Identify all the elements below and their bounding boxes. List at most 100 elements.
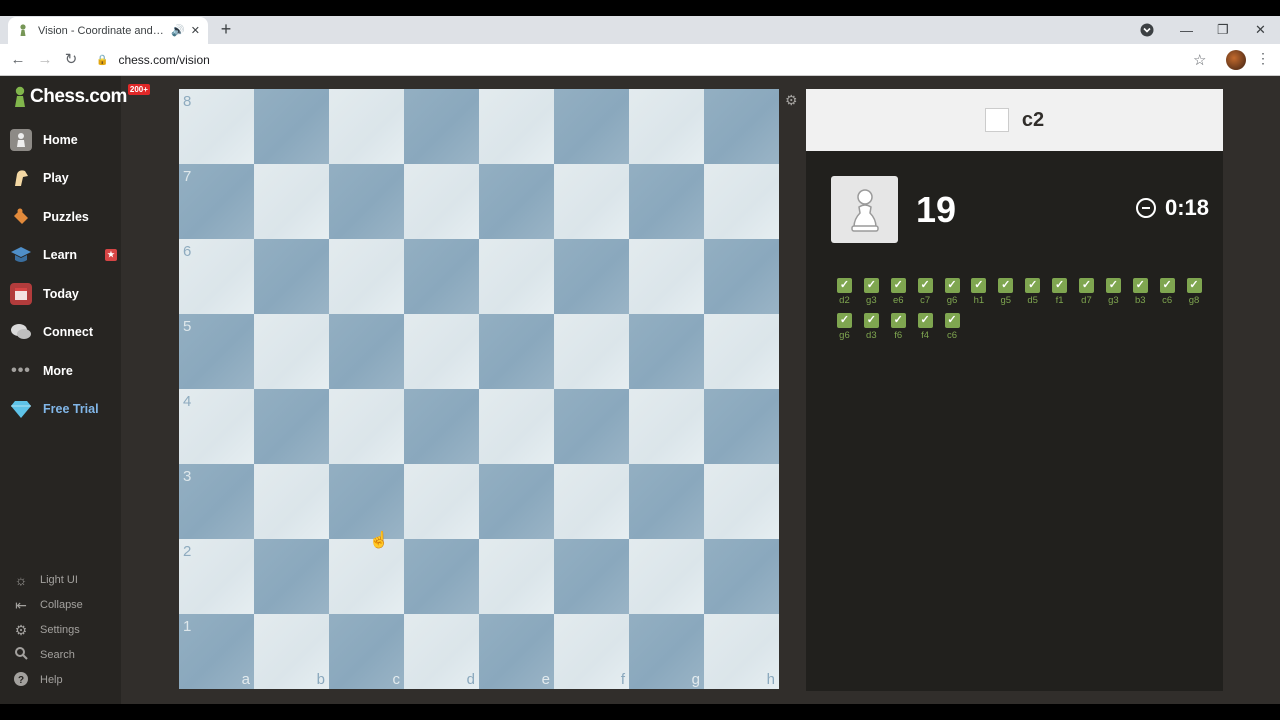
board-square-g4[interactable] bbox=[629, 389, 704, 464]
result-item: ✓ c7 bbox=[912, 278, 939, 313]
board-square-g6[interactable] bbox=[629, 239, 704, 314]
bookmark-star-icon[interactable]: ☆ bbox=[1193, 51, 1206, 69]
board-square-d6[interactable] bbox=[404, 239, 479, 314]
tab-search-icon[interactable] bbox=[1140, 16, 1154, 44]
chess-logo[interactable]: Chess.com 200+ bbox=[12, 83, 150, 108]
board-square-e3[interactable] bbox=[479, 464, 554, 539]
board-square-b4[interactable] bbox=[254, 389, 329, 464]
new-tab-button[interactable]: + bbox=[216, 19, 236, 40]
sidebar-item-connect[interactable]: Connect bbox=[10, 318, 120, 346]
board-square-g1[interactable]: g bbox=[629, 614, 704, 689]
close-window-icon[interactable]: ✕ bbox=[1255, 16, 1266, 44]
board-square-a6[interactable]: 6 bbox=[179, 239, 254, 314]
board-square-a1[interactable]: 1a bbox=[179, 614, 254, 689]
board-square-f2[interactable] bbox=[554, 539, 629, 614]
board-square-a5[interactable]: 5 bbox=[179, 314, 254, 389]
board-square-b1[interactable]: b bbox=[254, 614, 329, 689]
speaker-icon[interactable]: 🔊 bbox=[171, 24, 185, 37]
restore-icon[interactable]: ❐ bbox=[1217, 16, 1229, 44]
sidebar-item-today[interactable]: Today bbox=[10, 280, 120, 308]
back-arrow-icon[interactable]: ← bbox=[8, 50, 28, 70]
board-square-d1[interactable]: d bbox=[404, 614, 479, 689]
board-square-c7[interactable] bbox=[329, 164, 404, 239]
board-square-g8[interactable] bbox=[629, 89, 704, 164]
board-square-h7[interactable] bbox=[704, 164, 779, 239]
board-square-f1[interactable]: f bbox=[554, 614, 629, 689]
address-bar[interactable]: 🔒 chess.com/vision bbox=[96, 48, 1216, 72]
board-square-f5[interactable] bbox=[554, 314, 629, 389]
sidebar-collapse[interactable]: ⇤ Collapse bbox=[12, 596, 112, 614]
board-settings-gear-icon[interactable]: ⚙ bbox=[785, 92, 798, 109]
sidebar-search[interactable]: Search bbox=[12, 646, 112, 664]
result-item: ✓ d7 bbox=[1073, 278, 1100, 313]
board-square-g2[interactable] bbox=[629, 539, 704, 614]
board-square-a8[interactable]: 8 bbox=[179, 89, 254, 164]
board-square-e6[interactable] bbox=[479, 239, 554, 314]
sidebar-item-puzzles[interactable]: Puzzles bbox=[10, 203, 120, 231]
board-square-h4[interactable] bbox=[704, 389, 779, 464]
board-square-e8[interactable] bbox=[479, 89, 554, 164]
sidebar-help[interactable]: ? Help bbox=[12, 671, 112, 689]
board-square-h8[interactable] bbox=[704, 89, 779, 164]
board-square-c3[interactable] bbox=[329, 464, 404, 539]
sidebar-item-home[interactable]: Home bbox=[10, 126, 120, 154]
profile-avatar[interactable] bbox=[1226, 50, 1246, 70]
board-square-f4[interactable] bbox=[554, 389, 629, 464]
board-square-e7[interactable] bbox=[479, 164, 554, 239]
board-square-b7[interactable] bbox=[254, 164, 329, 239]
board-square-a3[interactable]: 3 bbox=[179, 464, 254, 539]
board-square-f7[interactable] bbox=[554, 164, 629, 239]
minimize-icon[interactable]: — bbox=[1180, 16, 1193, 44]
sidebar-settings[interactable]: ⚙ Settings bbox=[12, 621, 112, 639]
reload-icon[interactable]: ↻ bbox=[61, 50, 81, 70]
board-square-b6[interactable] bbox=[254, 239, 329, 314]
chessboard[interactable]: 87654321abcdefgh bbox=[179, 89, 779, 689]
forward-arrow-icon[interactable]: → bbox=[35, 50, 55, 70]
checkmark-icon: ✓ bbox=[998, 278, 1014, 293]
board-square-a2[interactable]: 2 bbox=[179, 539, 254, 614]
browser-tab[interactable]: Vision - Coordinate and Move Training 🔊 … bbox=[8, 17, 208, 44]
board-square-a4[interactable]: 4 bbox=[179, 389, 254, 464]
board-square-d5[interactable] bbox=[404, 314, 479, 389]
board-square-g3[interactable] bbox=[629, 464, 704, 539]
menu-kebab-icon[interactable]: ⋮ bbox=[1256, 50, 1270, 67]
board-square-c5[interactable] bbox=[329, 314, 404, 389]
board-square-e2[interactable] bbox=[479, 539, 554, 614]
board-square-h1[interactable]: h bbox=[704, 614, 779, 689]
sidebar-item-learn[interactable]: Learn ★ bbox=[10, 241, 120, 269]
sidebar-light-ui[interactable]: ☼ Light UI bbox=[12, 571, 112, 589]
board-square-b5[interactable] bbox=[254, 314, 329, 389]
sidebar-item-play[interactable]: Play bbox=[10, 164, 120, 192]
board-square-h5[interactable] bbox=[704, 314, 779, 389]
result-item: ✓ g3 bbox=[1100, 278, 1127, 313]
board-square-d2[interactable] bbox=[404, 539, 479, 614]
board-square-b8[interactable] bbox=[254, 89, 329, 164]
board-square-f3[interactable] bbox=[554, 464, 629, 539]
board-square-a7[interactable]: 7 bbox=[179, 164, 254, 239]
board-square-h3[interactable] bbox=[704, 464, 779, 539]
board-square-c8[interactable] bbox=[329, 89, 404, 164]
board-square-c1[interactable]: c bbox=[329, 614, 404, 689]
board-square-e1[interactable]: e bbox=[479, 614, 554, 689]
board-square-g5[interactable] bbox=[629, 314, 704, 389]
board-square-d8[interactable] bbox=[404, 89, 479, 164]
board-square-b2[interactable] bbox=[254, 539, 329, 614]
board-square-d7[interactable] bbox=[404, 164, 479, 239]
sidebar-small-label: Light UI bbox=[40, 574, 78, 586]
board-square-g7[interactable] bbox=[629, 164, 704, 239]
board-square-e5[interactable] bbox=[479, 314, 554, 389]
close-tab-icon[interactable]: ✕ bbox=[191, 24, 200, 37]
board-square-c2[interactable] bbox=[329, 539, 404, 614]
board-square-f6[interactable] bbox=[554, 239, 629, 314]
board-square-f8[interactable] bbox=[554, 89, 629, 164]
board-square-c4[interactable] bbox=[329, 389, 404, 464]
board-square-b3[interactable] bbox=[254, 464, 329, 539]
board-square-h6[interactable] bbox=[704, 239, 779, 314]
board-square-c6[interactable] bbox=[329, 239, 404, 314]
board-square-h2[interactable] bbox=[704, 539, 779, 614]
sidebar-item-more[interactable]: ••• More bbox=[10, 357, 120, 385]
board-square-d3[interactable] bbox=[404, 464, 479, 539]
board-square-d4[interactable] bbox=[404, 389, 479, 464]
sidebar-item-free-trial[interactable]: Free Trial bbox=[10, 395, 120, 423]
board-square-e4[interactable] bbox=[479, 389, 554, 464]
